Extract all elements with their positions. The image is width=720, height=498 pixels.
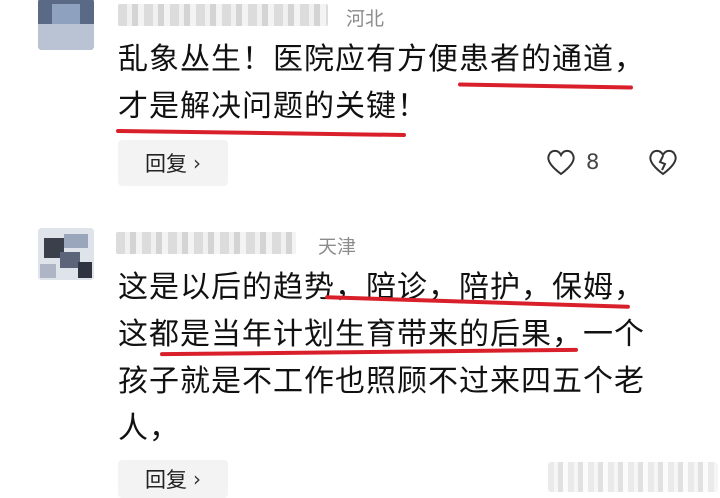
comment-2: 天津 这是以后的趋势，陪诊，陪护，保姆， 这都是当年计划生育带来的后果，一个 孩… bbox=[0, 0, 720, 498]
comment-line: 人， bbox=[118, 411, 180, 446]
user-avatar-icon[interactable] bbox=[38, 228, 94, 280]
chevron-right-icon: › bbox=[193, 467, 201, 491]
comment-text: 这是以后的趋势，陪诊，陪护，保姆， 这都是当年计划生育带来的后果，一个 孩子就是… bbox=[118, 264, 645, 452]
comment-line: 孩子就是不工作也照顾不过来四五个老 bbox=[118, 364, 645, 399]
reply-label: 回复 bbox=[145, 468, 187, 492]
watermark bbox=[548, 462, 718, 492]
location-label: 天津 bbox=[318, 236, 357, 258]
username-blurred[interactable] bbox=[116, 232, 296, 254]
reply-button[interactable]: 回复 › bbox=[118, 460, 228, 498]
